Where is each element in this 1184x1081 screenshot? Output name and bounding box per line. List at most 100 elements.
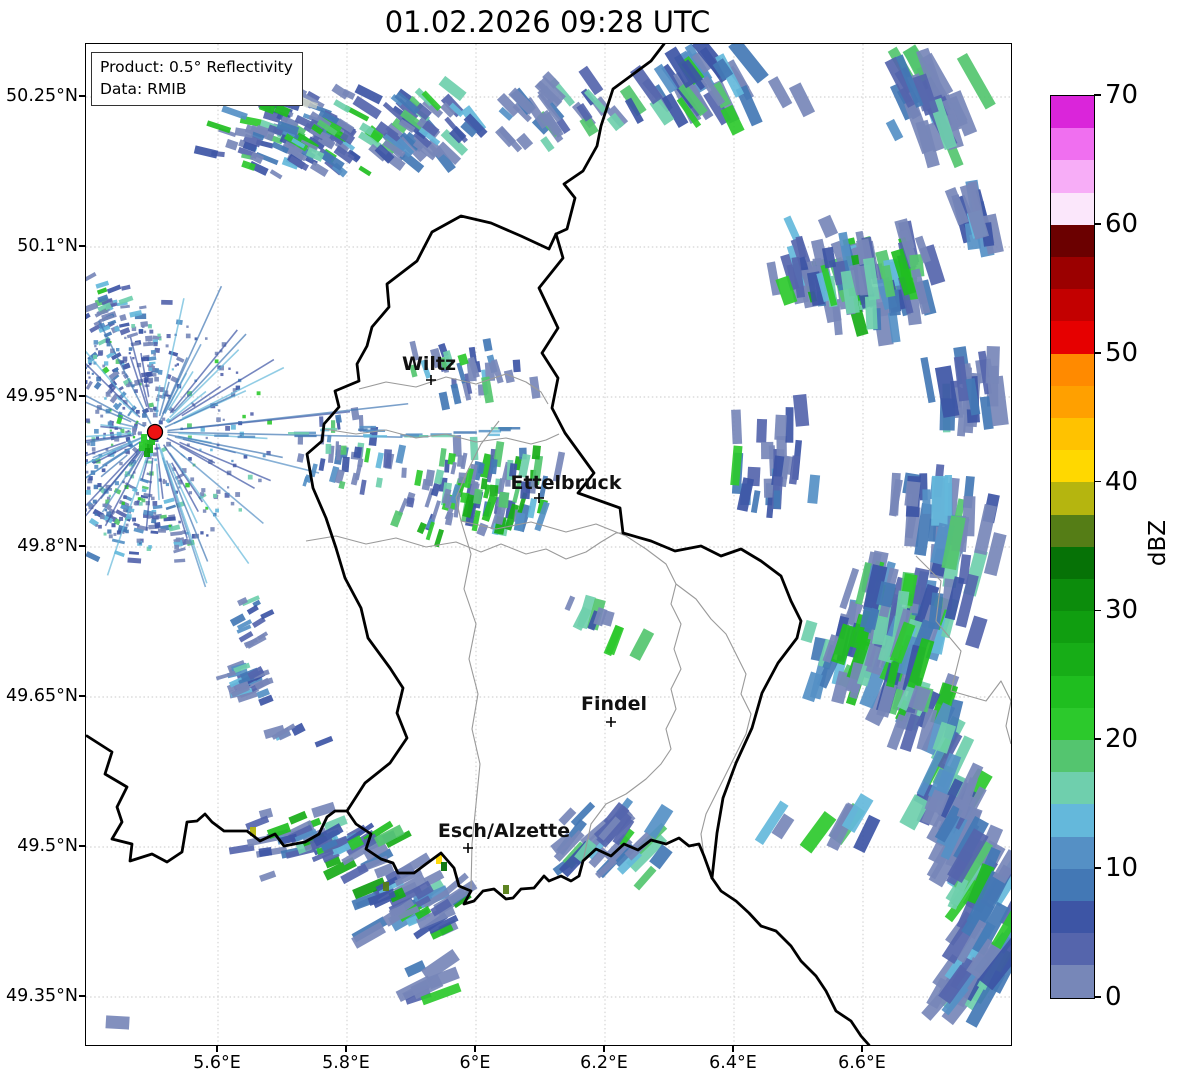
echo-streak	[221, 105, 248, 120]
clutter-dot	[93, 340, 99, 345]
echo-speck	[141, 434, 147, 443]
clutter-dot	[144, 358, 148, 361]
city-label-wiltz: Wiltz	[402, 353, 456, 375]
echo-streak	[783, 215, 801, 241]
clutter-dot	[116, 347, 120, 352]
echo-streak	[531, 445, 541, 460]
lat-tick-mark	[79, 545, 85, 547]
lon-tick-label: 5.8°E	[322, 1053, 370, 1073]
clutter-dot	[113, 532, 117, 536]
echo-streak	[731, 409, 743, 445]
echo-streak	[766, 261, 781, 296]
echo-streak	[364, 447, 371, 463]
echo-streak	[325, 443, 332, 454]
echo-streak	[86, 302, 99, 314]
clutter-dot	[153, 353, 156, 356]
clutter-dot	[148, 545, 152, 549]
clutter-dot	[247, 474, 253, 480]
echo-streak	[424, 469, 435, 487]
echo-streak	[416, 521, 427, 535]
clutter-dot	[136, 538, 141, 543]
regional-border	[675, 583, 752, 857]
echo-streak	[395, 444, 407, 464]
clutter-dot	[133, 502, 137, 506]
clutter-dot	[126, 383, 130, 388]
clutter-dot	[95, 347, 98, 351]
colorbar-segment	[1051, 611, 1094, 644]
clutter-dot	[125, 529, 129, 534]
clutter-dot	[107, 421, 112, 426]
colorbar-segment	[1051, 482, 1094, 515]
product-label: Product: 0.5° Reflectivity	[100, 58, 293, 76]
clutter-dot	[213, 493, 218, 498]
clutter-dot	[200, 427, 205, 432]
echo-streak	[985, 346, 1000, 384]
clutter-dot	[174, 544, 180, 550]
colorbar-unit-label: dBZ	[1145, 519, 1171, 567]
clutter-dot	[132, 436, 136, 439]
echo-streak	[540, 136, 555, 153]
echo-streak	[168, 350, 179, 357]
clutter-dot	[135, 491, 140, 496]
clutter-dot	[154, 458, 157, 462]
colorbar-segment	[1051, 740, 1094, 773]
clutter-dot	[154, 376, 159, 382]
clutter-dot	[132, 517, 137, 522]
echo-streak	[864, 296, 878, 330]
echo-streak	[318, 458, 326, 472]
clutter-dot	[148, 377, 154, 383]
clutter-dot	[149, 329, 154, 334]
clutter-dot	[87, 371, 90, 375]
echo-streak	[139, 477, 149, 484]
echo-streak	[314, 735, 334, 748]
echo-streak	[86, 551, 101, 563]
colorbar-tick-mark	[1094, 351, 1101, 354]
echo-streak	[390, 510, 404, 528]
colorbar-segment	[1051, 321, 1094, 354]
clutter-dot	[119, 516, 124, 521]
echo-streak	[119, 327, 131, 336]
clutter-dot	[204, 337, 208, 340]
echo-streak	[807, 474, 821, 504]
echo-streak	[157, 528, 166, 533]
clutter-dot	[202, 509, 207, 513]
clutter-dot	[128, 352, 131, 355]
clutter-dot	[86, 380, 88, 384]
clutter-dot	[157, 333, 161, 337]
echo-streak	[498, 491, 510, 508]
clutter-dot	[205, 436, 208, 440]
clutter-dot	[215, 508, 219, 513]
clutter-dot	[128, 347, 133, 351]
clutter-dot	[141, 498, 146, 503]
clutter-dot	[216, 489, 221, 494]
echo-streak	[119, 322, 130, 328]
echo-streak	[154, 522, 161, 529]
clutter-dot	[148, 367, 153, 371]
colorbar	[1050, 95, 1095, 999]
colorbar-tick-mark	[1094, 738, 1101, 741]
clutter-dot	[220, 372, 224, 377]
clutter-dot	[94, 513, 98, 516]
clutter-dot	[94, 428, 99, 434]
colorbar-segment	[1051, 224, 1094, 258]
colorbar-tick-label: 0	[1105, 982, 1122, 1012]
echo-streak	[297, 435, 304, 445]
colorbar-tick-mark	[1094, 223, 1101, 225]
colorbar-segment	[1051, 160, 1094, 193]
clutter-dot	[141, 325, 145, 328]
clutter-dot	[98, 351, 103, 356]
clutter-dot	[122, 406, 126, 410]
colorbar-tick-mark	[1094, 480, 1101, 483]
echo-streak	[358, 165, 372, 177]
echo-streak	[629, 628, 655, 661]
clutter-dot	[86, 470, 89, 474]
clutter-dot	[238, 508, 242, 512]
echo-streak	[126, 332, 139, 339]
clutter-dot	[162, 417, 166, 421]
lat-tick-mark	[79, 995, 85, 997]
echo-streak	[120, 284, 131, 291]
echo-streak	[889, 472, 901, 516]
echo-streak	[774, 414, 787, 441]
echo-streak	[335, 414, 342, 424]
clutter-dot	[107, 529, 112, 534]
